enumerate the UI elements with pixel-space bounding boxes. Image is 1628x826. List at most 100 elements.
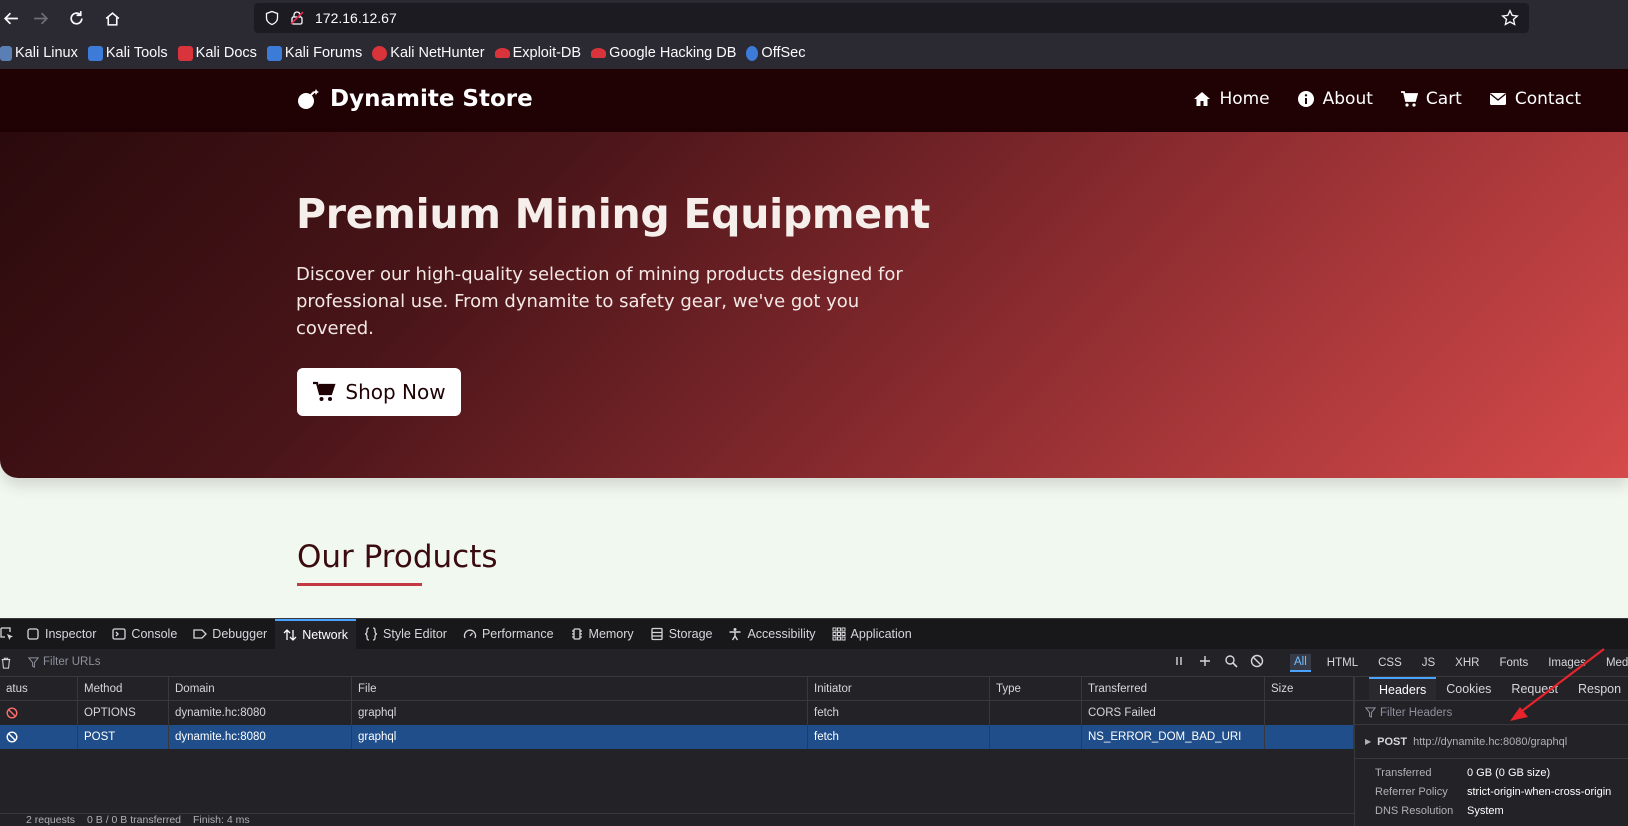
tab-performance[interactable]: Performance [455, 619, 562, 650]
filter-html[interactable]: HTML [1323, 655, 1362, 671]
bookmark-kali-tools[interactable]: Kali Tools [87, 45, 168, 61]
col-status[interactable]: atus [0, 677, 78, 700]
col-initiator[interactable]: Initiator [808, 677, 990, 700]
storage-icon [651, 627, 663, 641]
shop-now-button[interactable]: Shop Now [297, 368, 461, 416]
tab-storage[interactable]: Storage [642, 619, 721, 650]
back-button[interactable] [0, 1, 22, 37]
filter-xhr[interactable]: XHR [1451, 655, 1483, 671]
tab-network[interactable]: Network [275, 618, 357, 650]
table-header: atus Method Domain File Initiator Type T… [0, 677, 1354, 701]
funnel-icon [1365, 707, 1376, 718]
filter-all[interactable]: All [1290, 654, 1311, 672]
home-button[interactable] [94, 1, 130, 37]
forward-button[interactable] [22, 1, 58, 37]
home-icon [105, 12, 119, 26]
nethunter-icon [372, 45, 388, 61]
transferred-total: 0 B / 0 B transferred [87, 814, 181, 826]
insecure-lock-icon[interactable] [289, 10, 305, 26]
tab-console[interactable]: Console [104, 619, 185, 650]
plus-icon[interactable] [1198, 654, 1212, 668]
products-heading: Our Products [297, 539, 498, 575]
tab-label: Storage [668, 627, 713, 641]
bookmark-offsec[interactable]: OffSec [746, 45, 805, 61]
col-type[interactable]: Type [990, 677, 1082, 700]
domain-cell: dynamite.hc:8080 [169, 725, 352, 749]
trash-icon[interactable] [0, 656, 12, 670]
gauge-icon [463, 629, 477, 639]
shop-now-label: Shop Now [345, 380, 446, 404]
nav-about[interactable]: About [1297, 89, 1373, 109]
table-row[interactable]: POST dynamite.hc:8080 graphql fetch NS_E… [0, 725, 1354, 749]
tab-application[interactable]: Application [824, 619, 920, 650]
table-row[interactable]: OPTIONS dynamite.hc:8080 graphql fetch C… [0, 701, 1354, 725]
bookmark-label: Kali Forums [284, 45, 363, 61]
tracking-shield-icon[interactable] [264, 10, 280, 26]
col-file[interactable]: File [352, 677, 808, 700]
bookmark-label: OffSec [761, 45, 806, 61]
nav-contact[interactable]: Contact [1489, 89, 1581, 109]
home-icon [1194, 92, 1211, 106]
col-size[interactable]: Size [1265, 677, 1354, 700]
bookmark-star-icon[interactable] [1501, 9, 1519, 27]
tab-label: Console [131, 627, 178, 641]
request-count: 2 requests [26, 814, 76, 826]
tab-cookies[interactable]: Cookies [1436, 677, 1501, 700]
bookmark-kali-forums[interactable]: Kali Forums [266, 45, 363, 61]
block-icon[interactable] [1250, 654, 1264, 668]
tab-label: Performance [481, 627, 554, 641]
element-picker-button[interactable] [0, 619, 18, 650]
filter-js[interactable]: JS [1418, 655, 1439, 671]
tab-debugger[interactable]: Debugger [185, 619, 275, 650]
network-arrows-icon [283, 629, 297, 641]
bookmark-kali-linux[interactable]: Kali Linux [0, 45, 78, 61]
tab-inspector[interactable]: Inspector [18, 619, 104, 650]
expand-triangle-icon[interactable]: ▶ [1365, 737, 1371, 746]
kali-tools-icon [87, 45, 103, 61]
site-nav: Home About Cart Contact [1193, 89, 1581, 109]
hero-section: Premium Mining Equipment Discover our hi… [0, 132, 1628, 478]
size-cell [1265, 701, 1354, 725]
pause-icon[interactable] [1172, 654, 1186, 668]
back-arrow-icon [3, 12, 18, 25]
request-summary[interactable]: ▶ POST http://dynamite.hc:8080/graphql [1355, 725, 1628, 759]
tab-label: Network [302, 628, 349, 642]
reload-button[interactable] [58, 1, 94, 37]
type-cell [990, 725, 1082, 749]
tab-accessibility[interactable]: Accessibility [720, 619, 823, 650]
debugger-icon [193, 629, 208, 639]
request-url: http://dynamite.hc:8080/graphql [1413, 735, 1568, 748]
bookmark-kali-nethunter[interactable]: Kali NetHunter [372, 45, 485, 61]
network-status-bar: 2 requests 0 B / 0 B transferred Finish:… [0, 813, 1354, 826]
tab-memory[interactable]: Memory [562, 619, 642, 650]
cart-icon [313, 381, 336, 401]
blocked-icon [6, 707, 18, 719]
col-transferred[interactable]: Transferred [1082, 677, 1265, 700]
col-domain[interactable]: Domain [169, 677, 352, 700]
bookmarks-toolbar: Kali Linux Kali Tools Kali Docs Kali For… [0, 37, 1628, 69]
url-bar[interactable]: 172.16.12.67 [254, 3, 1529, 33]
bookmark-exploit-db[interactable]: Exploit-DB [494, 45, 581, 61]
filter-css[interactable]: CSS [1374, 655, 1406, 671]
hero-description: Discover our high-quality selection of m… [296, 264, 903, 339]
col-method[interactable]: Method [78, 677, 169, 700]
search-icon[interactable] [1224, 654, 1238, 668]
memory-chip-icon [571, 628, 582, 640]
nav-cart[interactable]: Cart [1400, 89, 1462, 109]
nav-home[interactable]: Home [1193, 89, 1270, 109]
bookmark-label: Kali Linux [15, 45, 78, 61]
bookmark-kali-docs[interactable]: Kali Docs [177, 45, 257, 61]
braces-icon [364, 627, 378, 641]
filter-urls-input[interactable]: Filter URLs [28, 656, 101, 668]
tab-style-editor[interactable]: Style Editor [356, 619, 455, 650]
url-text[interactable]: 172.16.12.67 [315, 10, 397, 26]
bookmark-google-hacking-db[interactable]: Google Hacking DB [591, 45, 736, 61]
tab-headers[interactable]: Headers [1369, 677, 1437, 700]
detail-key: Referrer Policy [1375, 785, 1448, 798]
annotation-arrow-icon [1510, 648, 1605, 721]
transferred-cell: NS_ERROR_DOM_BAD_URI [1082, 725, 1265, 749]
envelope-icon [1489, 93, 1506, 105]
brand-logo[interactable]: Dynamite Store [296, 86, 533, 112]
domain-cell: dynamite.hc:8080 [169, 701, 352, 725]
network-toolbar: Filter URLs All HTML CSS JS XHR Fonts Im… [0, 649, 1628, 677]
